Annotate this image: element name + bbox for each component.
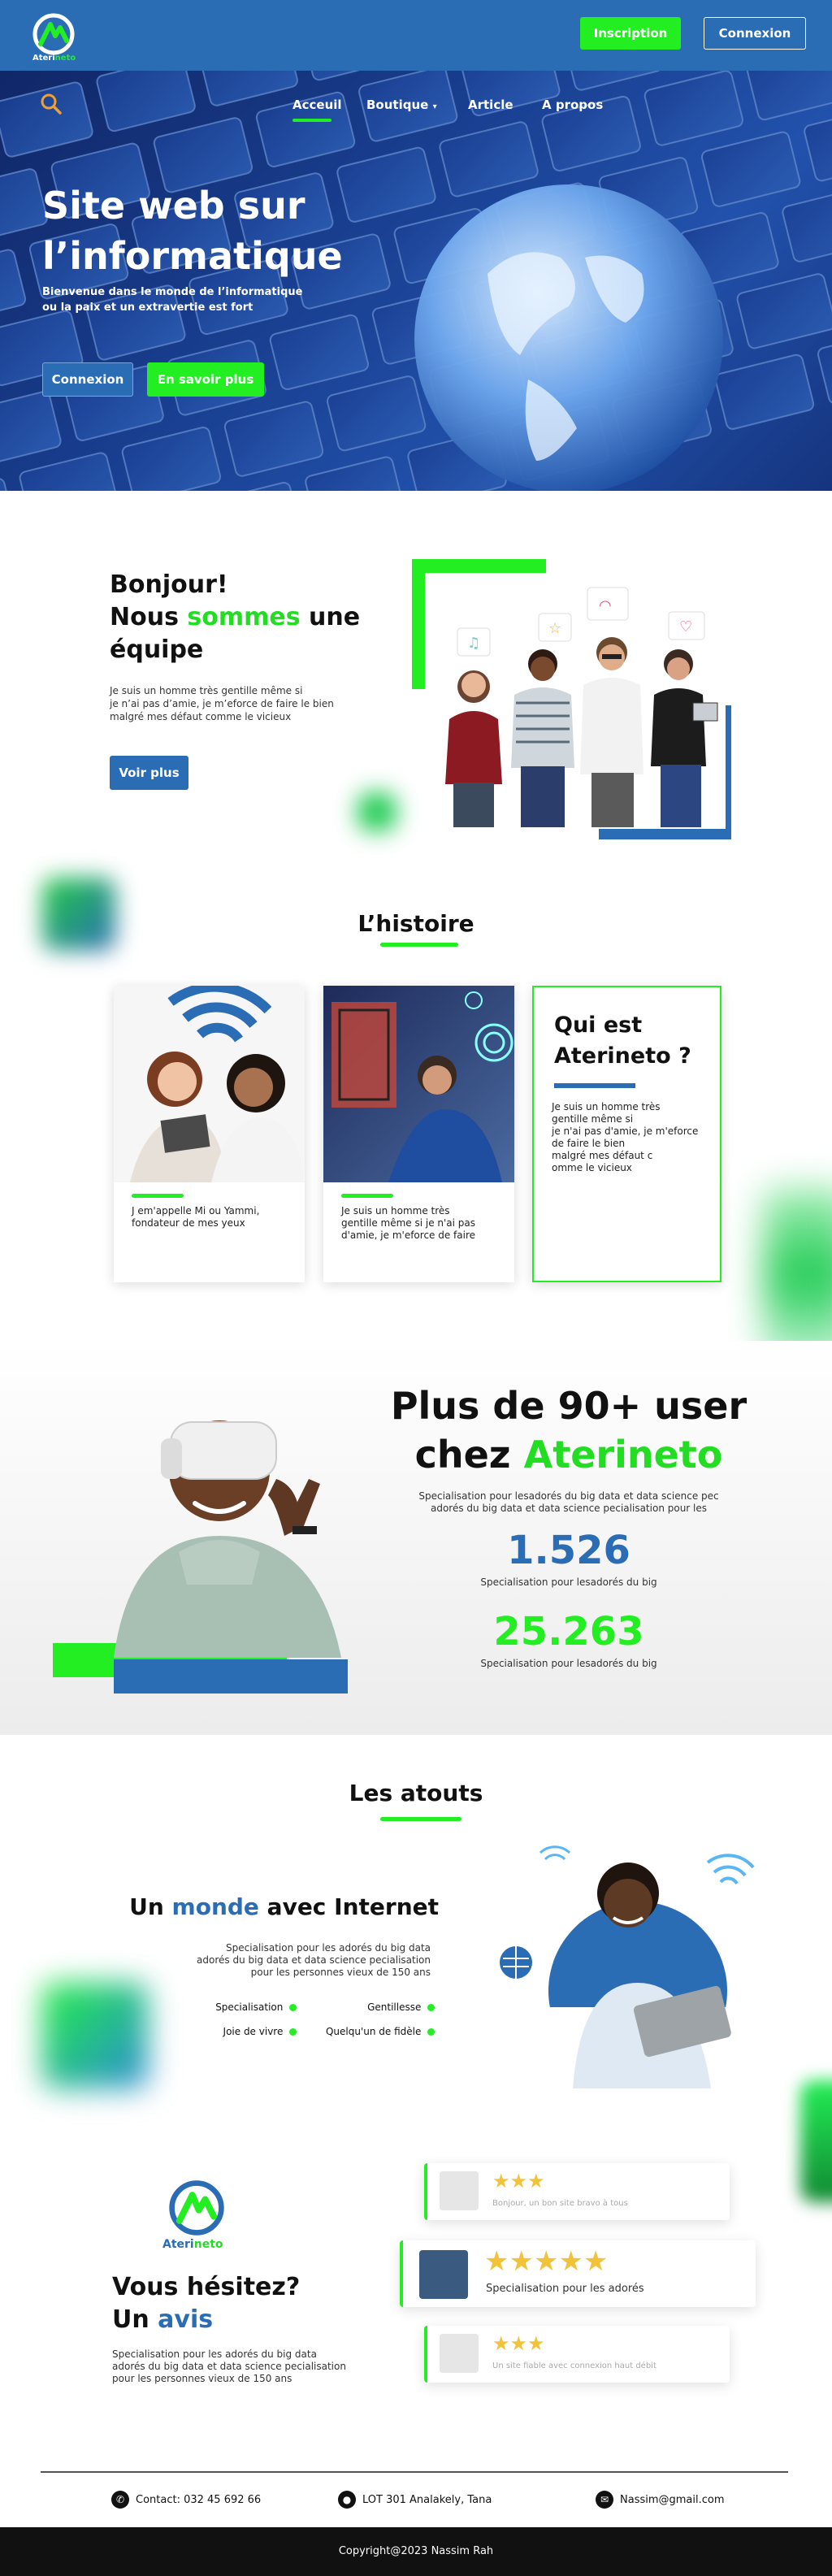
globe-image — [414, 184, 723, 491]
vr-frame-blue — [114, 1659, 348, 1693]
location-pin-icon: ● — [338, 2491, 356, 2509]
svg-text:♡: ♡ — [679, 618, 692, 635]
man-laptop-image — [500, 1845, 755, 2097]
svg-text:☆: ☆ — [548, 620, 561, 637]
nav-acceuil[interactable]: Acceuil — [292, 98, 342, 112]
review-card[interactable]: ★★★ Bonjour, un bon site bravo à tous — [424, 2163, 730, 2220]
hero-subtitle: Bienvenue dans le monde de l’informatiqu… — [42, 286, 303, 314]
copyright-bar: Copyright@2023 Nassim Rah — [0, 2527, 832, 2576]
stats-subtitle: Specialisation pour lesadorés du big dat… — [418, 1490, 719, 1514]
stat-number-1: 1.526 — [507, 1528, 630, 1573]
decor-blur — [800, 2080, 832, 2202]
card-3-text: Je suis un homme très gentille même si j… — [552, 1101, 699, 1173]
avis-heading: Vous hésitez? Un avis — [112, 2273, 301, 2334]
card-underline — [132, 1194, 184, 1198]
review-text: Un site fiable avec connexion haut débit — [492, 2361, 656, 2370]
review-card[interactable]: ★★★ Un site fiable avec connexion haut d… — [424, 2326, 730, 2383]
chevron-down-icon: ▾ — [432, 102, 437, 111]
histoire-card-1[interactable]: J em'appelle Mi ou Yammi, fondateur de m… — [114, 986, 305, 1282]
check-dot-icon — [427, 2028, 435, 2036]
nav-article[interactable]: Article — [468, 98, 514, 112]
svg-text:♫: ♫ — [467, 635, 480, 652]
nav-boutique[interactable]: Boutique ▾ — [366, 98, 437, 112]
phone-icon: ✆ — [111, 2491, 129, 2509]
atouts-underline — [380, 1817, 462, 1821]
nav-active-indicator — [292, 119, 332, 122]
decor-blur — [764, 1186, 832, 1365]
search-icon[interactable] — [39, 92, 63, 116]
footer-email[interactable]: ✉ Nassim@gmail.com — [596, 2491, 725, 2509]
team-text: Je suis un homme très gentille même si j… — [110, 685, 334, 722]
atouts-text: Specialisation pour les adorés du big da… — [197, 1942, 431, 1978]
man-wifi-image — [323, 986, 514, 1182]
atouts-heading: Un monde avec Internet — [129, 1893, 439, 1920]
footer-contact[interactable]: ✆ Contact: 032 45 692 66 — [111, 2491, 261, 2509]
histoire-card-3[interactable]: Qui est Aterineto ? Je suis un homme trè… — [532, 986, 722, 1282]
card-underline — [341, 1194, 393, 1198]
star-rating: ★★★★★ — [484, 2245, 609, 2278]
stat-label-1: Specialisation pour lesadorés du big — [480, 1576, 657, 1588]
team-heading: Bonjour! Nous sommes une équipe — [110, 570, 361, 664]
histoire-underline — [380, 943, 458, 947]
logo-icon[interactable] — [31, 11, 76, 57]
email-icon: ✉ — [596, 2491, 613, 2509]
review-card[interactable]: ★★★★★ Specialisation pour les adorés — [400, 2240, 756, 2307]
avis-logo-text: Aterineto — [162, 2238, 223, 2251]
avatar — [440, 2334, 479, 2373]
decor-blur — [358, 792, 396, 831]
team-people-image: ♫ ☆ ◠ ♡ — [425, 573, 726, 829]
avatar — [419, 2250, 468, 2299]
card-3-underline — [554, 1083, 635, 1088]
atouts-title: Les atouts — [349, 1780, 483, 1806]
svg-text:◠: ◠ — [599, 597, 612, 614]
stats-title: Plus de 90+ user chez Aterineto — [390, 1384, 748, 1477]
check-dot-icon — [289, 2004, 297, 2011]
feature-item: Specialisation — [162, 2001, 297, 2013]
hero-connexion-button[interactable]: Connexion — [42, 362, 133, 397]
feature-item: Gentillesse — [301, 2001, 435, 2013]
card-2-text: Je suis un homme très gentille même si j… — [341, 1205, 476, 1241]
card-3-title: Qui est Aterineto ? — [554, 1013, 691, 1069]
star-rating: ★★★ — [492, 2170, 545, 2192]
stat-number-2: 25.263 — [493, 1609, 644, 1654]
feature-item: Quelqu'un de fidèle — [301, 2026, 435, 2037]
logo-text: Aterineto — [32, 54, 76, 63]
review-text: Bonjour, un bon site bravo à tous — [492, 2199, 628, 2208]
footer-divider — [41, 2471, 788, 2473]
footer-address[interactable]: ● LOT 301 Analakely, Tana — [338, 2491, 492, 2509]
star-rating: ★★★ — [492, 2332, 545, 2355]
review-text: Specialisation pour les adorés — [486, 2283, 644, 2295]
card-1-text: J em'appelle Mi ou Yammi, fondateur de m… — [132, 1205, 260, 1229]
voir-plus-button[interactable]: Voir plus — [110, 756, 188, 790]
avatar — [440, 2171, 479, 2210]
hero-title: Site web sur l’informatique — [42, 184, 343, 278]
check-dot-icon — [289, 2028, 297, 2036]
decor-blur — [42, 1983, 148, 2088]
histoire-card-2[interactable]: Je suis un homme très gentille même si j… — [323, 986, 514, 1282]
stat-label-2: Specialisation pour lesadorés du big — [480, 1658, 657, 1669]
histoire-title: L’histoire — [358, 910, 474, 937]
feature-item: Joie de vivre — [162, 2026, 297, 2037]
nav-a-propos[interactable]: A propos — [542, 98, 603, 112]
avis-text: Specialisation pour les adorés du big da… — [112, 2348, 346, 2384]
vr-man-image — [114, 1420, 341, 1658]
connexion-button[interactable]: Connexion — [704, 17, 806, 50]
hero-savoir-plus-button[interactable]: En savoir plus — [147, 362, 264, 397]
inscription-button[interactable]: Inscription — [580, 17, 681, 50]
avis-logo-icon — [169, 2180, 224, 2236]
check-dot-icon — [427, 2004, 435, 2011]
women-tablet-image — [114, 986, 305, 1182]
